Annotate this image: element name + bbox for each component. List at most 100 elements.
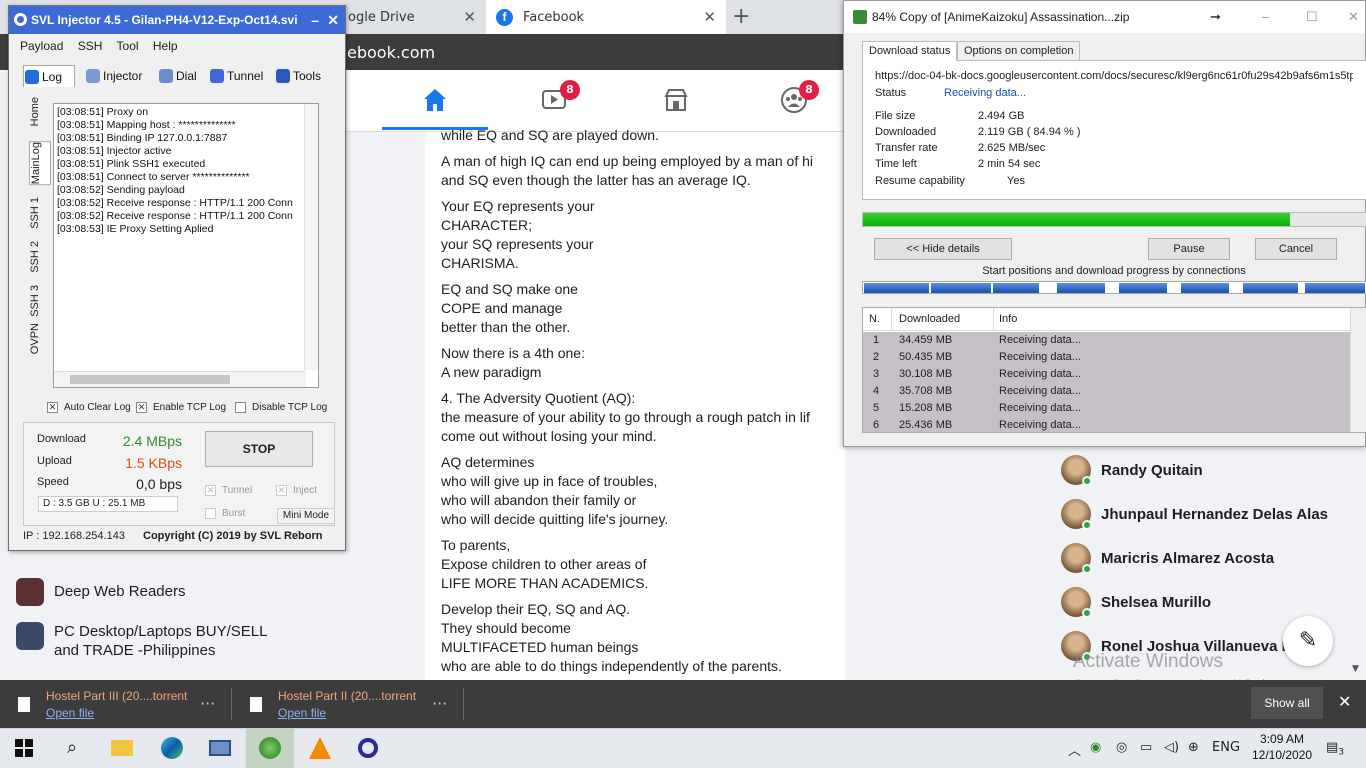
disable-tcp-log-checkbox[interactable]: Disable TCP Log: [235, 402, 327, 413]
speed-label: Speed: [37, 476, 69, 488]
download-item[interactable]: Hostel Part III (20....torrent Open file…: [0, 680, 230, 728]
side-tab-home[interactable]: Home: [29, 97, 51, 126]
col-info[interactable]: Info: [999, 313, 1017, 325]
minimize-button[interactable]: –: [311, 6, 319, 34]
col-downloaded[interactable]: Downloaded: [899, 313, 960, 325]
download-url: https://doc-04-bk-docs.googleusercontent…: [875, 70, 1353, 82]
svl-title-bar[interactable]: SVL Injector 4.5 - Gilan-PH4-V12-Exp-Oct…: [9, 6, 345, 34]
table-row[interactable]: 5 15.208 MB Receiving data...: [863, 400, 1351, 417]
menu-tool[interactable]: Tool: [117, 39, 139, 53]
contact-item[interactable]: Maricris Almarez Acosta: [1061, 542, 1274, 574]
cancel-button[interactable]: Cancel: [1255, 238, 1337, 260]
menu-help[interactable]: Help: [153, 39, 178, 53]
new-tab-button[interactable]: +: [732, 4, 750, 29]
table-row[interactable]: 3 30.108 MB Receiving data...: [863, 366, 1351, 383]
burst-option[interactable]: Burst: [205, 508, 245, 519]
edge-button[interactable]: [148, 728, 196, 768]
contact-item[interactable]: Jhunpaul Hernandez Delas Alas: [1061, 498, 1328, 530]
tab-download-status[interactable]: Download status: [862, 41, 958, 61]
tab-options-on-completion[interactable]: Options on completion: [957, 41, 1081, 61]
post-line: CHARISMA.: [441, 255, 519, 271]
scroll-thumb[interactable]: [70, 375, 230, 384]
side-tab-ssh2[interactable]: SSH 2: [29, 241, 51, 273]
post-line: while EQ and SQ are played down.: [441, 127, 659, 143]
minimize-button[interactable]: –: [1262, 1, 1269, 33]
volume-icon[interactable]: ◁): [1164, 740, 1179, 755]
svl-tray-icon[interactable]: ◎: [1116, 740, 1127, 755]
divider: [993, 308, 994, 331]
table-row[interactable]: 4 35.708 MB Receiving data...: [863, 383, 1351, 400]
tab-tunnel[interactable]: Tunnel: [209, 65, 263, 87]
search-button[interactable]: ⌕: [48, 728, 96, 768]
side-tab-ssh1[interactable]: SSH 1: [29, 197, 51, 229]
hide-details-button[interactable]: << Hide details: [874, 238, 1012, 260]
pause-button[interactable]: Pause: [1148, 238, 1230, 260]
table-row[interactable]: 1 34.459 MB Receiving data...: [863, 332, 1351, 349]
tab-facebook[interactable]: f Facebook ✕: [486, 0, 726, 34]
url-text[interactable]: ebook.com: [347, 43, 435, 62]
vertical-scrollbar[interactable]: [1350, 308, 1366, 432]
notification-icon[interactable]: ▤3: [1326, 740, 1344, 758]
tunnel-option[interactable]: ✕ Tunnel: [205, 485, 252, 496]
close-icon[interactable]: ✕: [463, 8, 476, 26]
close-button[interactable]: ✕: [1348, 1, 1359, 33]
group-item[interactable]: Deep Web Readers: [16, 578, 185, 606]
close-icon[interactable]: ✕: [1338, 692, 1351, 711]
side-tab-ovpn[interactable]: OVPN: [29, 323, 51, 354]
more-options-icon[interactable]: ···: [432, 694, 447, 713]
start-button[interactable]: [0, 728, 48, 768]
idm-title-bar[interactable]: 84% Copy of [AnimeKaizoku] Assassination…: [844, 1, 1365, 33]
vertical-scrollbar[interactable]: [304, 104, 318, 370]
network-icon[interactable]: ⊕: [1188, 740, 1199, 755]
online-dot: [1082, 476, 1092, 486]
meet-now-icon[interactable]: ▭: [1140, 740, 1152, 755]
vlc-button[interactable]: [296, 728, 344, 768]
transfer-rate-label: Transfer rate: [875, 142, 938, 154]
auto-clear-log-checkbox[interactable]: ✕ Auto Clear Log: [47, 402, 131, 413]
table-row[interactable]: 2 50.435 MB Receiving data...: [863, 349, 1351, 366]
inject-option[interactable]: ✕ Inject: [276, 485, 317, 496]
show-all-button[interactable]: Show all: [1251, 687, 1323, 719]
stop-button[interactable]: STOP: [205, 431, 313, 467]
show-hidden-icons[interactable]: ︿: [1068, 740, 1081, 759]
marketplace-icon[interactable]: [662, 86, 690, 114]
side-tab-ssh3[interactable]: SSH 3: [29, 285, 51, 317]
idm-tray-icon[interactable]: ◉: [1090, 740, 1101, 755]
close-icon[interactable]: ✕: [703, 8, 716, 26]
tab-log[interactable]: Log: [23, 65, 75, 87]
clock[interactable]: 3:09 AM 12/10/2020: [1252, 731, 1312, 763]
side-tab-mainlog[interactable]: MainLog: [29, 141, 51, 186]
close-button[interactable]: ✕: [327, 6, 339, 34]
contact-item[interactable]: Randy Quitain: [1061, 454, 1203, 486]
horizontal-scrollbar[interactable]: [54, 371, 306, 387]
ip-address: IP : 192.168.254.143: [23, 530, 125, 542]
open-file-link[interactable]: Open file: [278, 706, 416, 720]
gear-icon: [276, 69, 290, 83]
menu-ssh[interactable]: SSH: [78, 39, 103, 53]
home-icon[interactable]: [421, 86, 449, 114]
maximize-button[interactable]: ☐: [1306, 1, 1318, 33]
more-options-icon[interactable]: ···: [200, 694, 215, 713]
scroll-down-icon[interactable]: ▼: [1352, 664, 1359, 674]
enable-tcp-log-checkbox[interactable]: ✕ Enable TCP Log: [136, 402, 226, 413]
downloaded-label: Downloaded: [875, 126, 937, 138]
group-item[interactable]: PC Desktop/Laptops BUY/SELL and TRADE -P…: [16, 622, 267, 660]
mini-mode-button[interactable]: Mini Mode: [277, 508, 335, 524]
contact-item[interactable]: Shelsea Murillo: [1061, 586, 1211, 618]
file-explorer-button[interactable]: [98, 728, 146, 768]
table-row[interactable]: 6 25.436 MB Receiving data...: [863, 417, 1351, 432]
tab-injector[interactable]: Injector: [85, 65, 142, 87]
svl-taskbar-button[interactable]: [344, 728, 392, 768]
col-n[interactable]: N.: [869, 313, 880, 325]
language-indicator[interactable]: ENG: [1212, 740, 1240, 755]
tab-tools[interactable]: Tools: [275, 65, 321, 87]
menu-payload[interactable]: Payload: [20, 39, 63, 53]
download-progress-bar: [862, 212, 1366, 227]
open-file-link[interactable]: Open file: [46, 706, 187, 720]
new-message-button[interactable]: ✎: [1283, 616, 1333, 666]
tab-dial[interactable]: Dial: [158, 65, 197, 87]
download-item[interactable]: Hostel Part II (20....torrent Open file …: [232, 680, 462, 728]
tab-google-drive[interactable]: ogle Drive ✕: [340, 0, 486, 34]
idm-taskbar-button[interactable]: [246, 728, 294, 768]
network-app-button[interactable]: [196, 728, 244, 768]
